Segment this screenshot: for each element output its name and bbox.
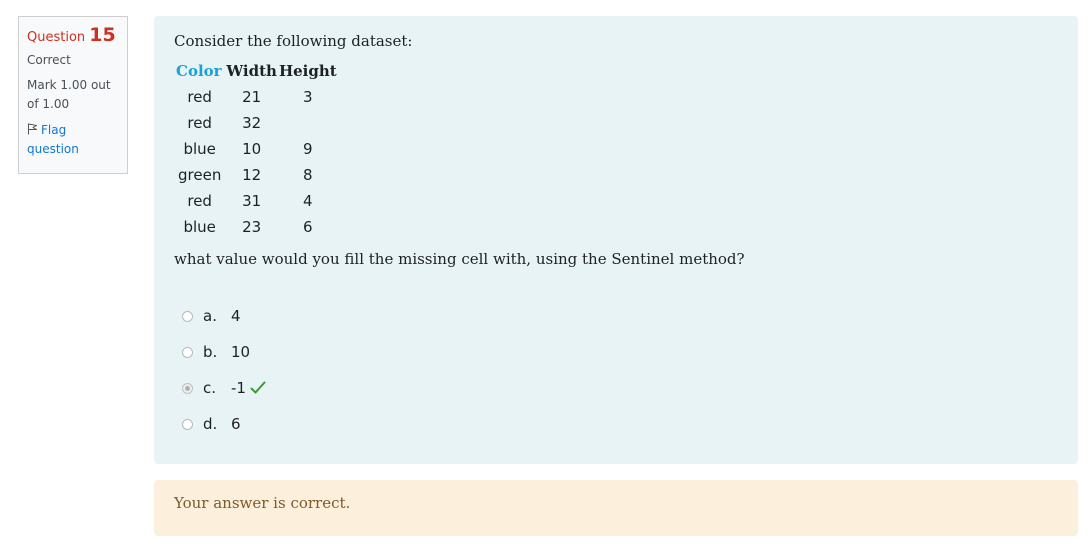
option-letter: b. — [203, 343, 218, 361]
question-label: Question — [27, 30, 86, 45]
question-prompt: what value would you fill the missing ce… — [174, 250, 745, 268]
option-value: -1 — [231, 379, 246, 397]
table-row: red 31 4 — [174, 188, 338, 214]
table-row: green 12 8 — [174, 162, 338, 188]
dataset-table: Color Width Height red 21 3 red 32 blue … — [174, 58, 338, 240]
header-color: Color — [176, 62, 222, 80]
answer-option-c[interactable]: c. -1 — [174, 370, 1058, 406]
table-cell: 4 — [303, 192, 313, 210]
table-row: blue 10 9 — [174, 136, 338, 162]
header-height: Height — [278, 62, 337, 80]
radio-button-d[interactable] — [182, 418, 193, 430]
table-row: red 32 — [174, 110, 338, 136]
table-cell: blue — [183, 218, 216, 236]
answer-option-a[interactable]: a. 4 — [174, 298, 1058, 334]
table-cell: blue — [183, 140, 216, 158]
table-cell: red — [187, 114, 212, 132]
table-row: blue 23 6 — [174, 214, 338, 240]
answer-option-d[interactable]: d. 6 — [174, 406, 1058, 442]
table-cell: red — [187, 192, 212, 210]
table-cell: 10 — [242, 140, 262, 158]
table-row: red 21 3 — [174, 84, 338, 110]
feedback-box: Your answer is correct. — [154, 480, 1078, 536]
table-cell: 21 — [242, 88, 262, 106]
answer-options: a. 4 b. 10 c. -1 d. 6 — [174, 298, 1058, 442]
option-letter: d. — [203, 415, 218, 433]
option-value: 4 — [231, 307, 241, 325]
question-intro: Consider the following dataset: — [174, 32, 413, 50]
feedback-text: Your answer is correct. — [174, 494, 351, 512]
table-cell: 9 — [303, 140, 313, 158]
table-cell: green — [178, 166, 222, 184]
question-number-value: 15 — [89, 24, 116, 46]
option-value: 6 — [231, 415, 241, 433]
table-cell: red — [187, 88, 212, 106]
option-letter: c. — [203, 379, 217, 397]
table-cell: 31 — [242, 192, 262, 210]
radio-button-b[interactable] — [182, 346, 193, 358]
table-cell: 32 — [242, 114, 262, 132]
table-cell: 8 — [303, 166, 313, 184]
table-cell: 23 — [242, 218, 262, 236]
radio-button-c[interactable] — [182, 382, 193, 394]
header-width: Width — [226, 62, 277, 80]
option-value: 10 — [231, 343, 251, 361]
question-info-panel: Question 15 Correct Mark 1.00 out of 1.0… — [18, 16, 128, 174]
check-icon — [250, 381, 266, 394]
question-grade: Mark 1.00 out of 1.00 — [27, 78, 111, 111]
option-letter: a. — [203, 307, 217, 325]
flag-icon — [28, 123, 37, 135]
table-cell: 3 — [303, 88, 313, 106]
table-cell-missing — [278, 110, 338, 136]
table-cell: 12 — [242, 166, 262, 184]
radio-button-a[interactable] — [182, 310, 193, 322]
question-state: Correct — [27, 53, 71, 67]
flag-question-link[interactable]: Flag question — [27, 121, 119, 159]
question-content: Consider the following dataset: Color Wi… — [154, 16, 1078, 464]
answer-option-b[interactable]: b. 10 — [174, 334, 1058, 370]
dataset-header-row: Color Width Height — [174, 58, 338, 84]
table-cell: 6 — [303, 218, 313, 236]
question-number: Question 15 — [27, 23, 119, 47]
